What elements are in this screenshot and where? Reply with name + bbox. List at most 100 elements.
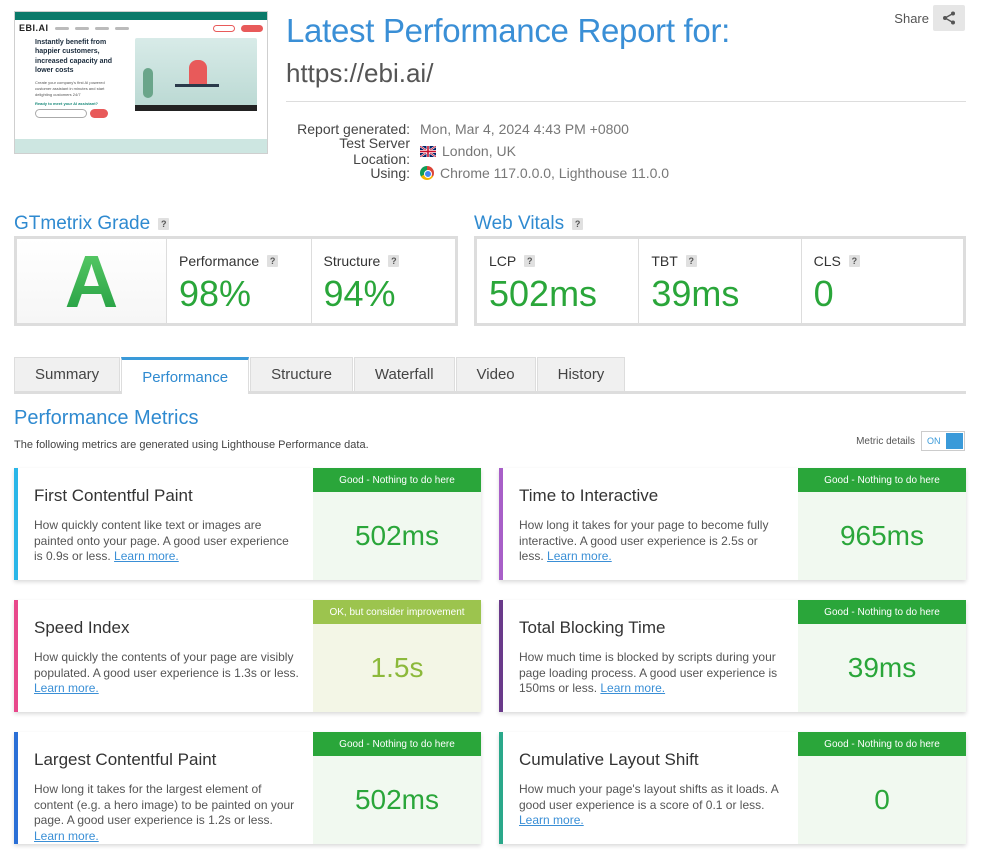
cls-vital: CLS ? 0 xyxy=(802,239,963,323)
help-icon[interactable]: ? xyxy=(158,218,170,230)
header-divider xyxy=(286,101,966,102)
thumb-wave-decoration xyxy=(15,139,267,153)
tab-summary[interactable]: Summary xyxy=(14,357,121,391)
metric-card-tti: Time to Interactive How long it takes fo… xyxy=(499,468,966,580)
metric-badge: Good - Nothing to do here xyxy=(798,732,966,756)
metric-content: Speed Index How quickly the contents of … xyxy=(18,600,313,712)
using-row: Using: Chrome 117.0.0.0, Lighthouse 11.0… xyxy=(286,162,966,184)
cls-label-row: CLS ? xyxy=(814,253,951,269)
learn-more-link[interactable]: Learn more. xyxy=(519,813,584,827)
help-icon[interactable]: ? xyxy=(267,255,279,267)
metric-badge: Good - Nothing to do here xyxy=(798,600,966,624)
thumb-nav-item xyxy=(74,26,89,30)
tbt-label-row: TBT ? xyxy=(651,253,788,269)
metric-score: Good - Nothing to do here 502ms xyxy=(313,468,481,580)
metric-desc-wrap: How long it takes for the largest elemen… xyxy=(34,782,299,844)
metric-content: Time to Interactive How long it takes fo… xyxy=(503,468,798,580)
metric-content: Cumulative Layout Shift How much your pa… xyxy=(503,732,798,844)
thumb-nav: EBI.AI xyxy=(15,20,267,36)
uk-flag-icon xyxy=(420,145,436,157)
thumb-nav-item xyxy=(54,26,69,30)
metric-title: Cumulative Layout Shift xyxy=(519,750,699,769)
metric-title: Total Blocking Time xyxy=(519,618,666,637)
learn-more-link[interactable]: Learn more. xyxy=(114,549,179,563)
metric-card-cls: Cumulative Layout Shift How much your pa… xyxy=(499,732,966,844)
report-url: https://ebi.ai/ xyxy=(286,58,434,88)
desk-shape xyxy=(175,84,219,87)
help-icon[interactable]: ? xyxy=(572,218,584,230)
tab-structure[interactable]: Structure xyxy=(250,357,353,391)
thumb-signup-button xyxy=(241,24,263,32)
metric-desc-wrap: How quickly content like text or images … xyxy=(34,518,299,565)
thumb-nav-item xyxy=(94,26,109,30)
metric-score: Good - Nothing to do here 502ms xyxy=(313,732,481,844)
tab-history[interactable]: History xyxy=(536,357,626,391)
metric-title: Speed Index xyxy=(34,618,130,637)
tbt-label: TBT xyxy=(651,253,678,269)
gtmetrix-grade-box: A Performance ? 98% Structure ? 94% xyxy=(14,236,458,326)
report-title: Latest Performance Report for: xyxy=(286,12,731,49)
plant-shape xyxy=(143,68,153,98)
report-generated-value: Mon, Mar 4, 2024 4:43 PM +0800 xyxy=(420,121,629,137)
thumb-headline: Instantly benefit from happier customers… xyxy=(35,39,113,75)
metric-desc-wrap: How long it takes for your page to becom… xyxy=(519,518,784,565)
metric-score: OK, but consider improvement 1.5s xyxy=(313,600,481,712)
lcp-value: 502ms xyxy=(489,273,598,314)
test-location-value-wrap: London, UK xyxy=(420,143,516,159)
metric-content: Largest Contentful Paint How long it tak… xyxy=(18,732,313,844)
page-screenshot-thumbnail[interactable]: EBI.AI Instantly benefit from happier cu… xyxy=(14,11,268,154)
metric-badge: Good - Nothing to do here xyxy=(313,732,481,756)
metric-card-speed-index: Speed Index How quickly the contents of … xyxy=(14,600,481,712)
metric-value: 502ms xyxy=(313,492,481,580)
chrome-icon xyxy=(420,166,434,180)
learn-more-link[interactable]: Learn more. xyxy=(34,829,99,843)
learn-more-link[interactable]: Learn more. xyxy=(600,681,665,695)
performance-score: Performance ? 98% xyxy=(167,239,312,323)
metric-score: Good - Nothing to do here 965ms xyxy=(798,468,966,580)
thumb-nav-item xyxy=(114,26,129,30)
metric-value: 502ms xyxy=(313,756,481,844)
lcp-label-row: LCP ? xyxy=(489,253,626,269)
tab-performance[interactable]: Performance xyxy=(121,357,250,394)
thumb-login-button xyxy=(213,24,235,32)
metric-content: First Contentful Paint How quickly conte… xyxy=(18,468,313,580)
structure-score-label-row: Structure ? xyxy=(324,253,444,269)
structure-score: Structure ? 94% xyxy=(312,239,456,323)
help-icon[interactable]: ? xyxy=(685,255,697,267)
metric-value: 39ms xyxy=(798,624,966,712)
metric-value: 965ms xyxy=(798,492,966,580)
performance-score-label-row: Performance ? xyxy=(179,253,299,269)
lcp-vital: LCP ? 502ms xyxy=(477,239,640,323)
report-tabs: Summary Performance Structure Waterfall … xyxy=(14,357,966,394)
performance-metrics-subtitle: The following metrics are generated usin… xyxy=(14,439,369,451)
metric-card-fcp: First Contentful Paint How quickly conte… xyxy=(14,468,481,580)
help-icon[interactable]: ? xyxy=(388,255,400,267)
metric-score: Good - Nothing to do here 39ms xyxy=(798,600,966,712)
web-vitals-heading: Web Vitals ? xyxy=(474,213,584,235)
help-icon[interactable]: ? xyxy=(524,255,536,267)
metric-badge: Good - Nothing to do here xyxy=(798,468,966,492)
tab-video[interactable]: Video xyxy=(455,357,536,391)
metric-desc: How much your page's layout shifts as it… xyxy=(519,782,779,812)
share-control[interactable]: Share xyxy=(894,5,965,31)
share-button[interactable] xyxy=(933,5,965,31)
thumb-hero-image xyxy=(135,38,257,111)
learn-more-link[interactable]: Learn more. xyxy=(34,681,99,695)
share-icon xyxy=(943,11,955,25)
gtmetrix-grade-title: GTmetrix Grade xyxy=(14,213,151,234)
metric-badge: OK, but consider improvement xyxy=(313,600,481,624)
metric-content: Total Blocking Time How much time is blo… xyxy=(503,600,798,712)
using-value: Chrome 117.0.0.0, Lighthouse 11.0.0 xyxy=(440,165,670,181)
thumb-cta-label: Ready to meet your AI assistant? xyxy=(35,100,98,106)
tbt-vital: TBT ? 39ms xyxy=(639,239,802,323)
grade-letter: A xyxy=(17,239,167,323)
learn-more-link[interactable]: Learn more. xyxy=(547,549,612,563)
tab-waterfall[interactable]: Waterfall xyxy=(353,357,455,391)
metric-details-toggle[interactable]: ON xyxy=(921,431,965,451)
cls-label: CLS xyxy=(813,253,841,269)
help-icon[interactable]: ? xyxy=(848,255,860,267)
thumb-email-input xyxy=(35,109,87,119)
metric-details-label: Metric details xyxy=(856,435,915,447)
metric-desc: How long it takes for the largest elemen… xyxy=(34,782,295,828)
metric-card-tbt: Total Blocking Time How much time is blo… xyxy=(499,600,966,712)
